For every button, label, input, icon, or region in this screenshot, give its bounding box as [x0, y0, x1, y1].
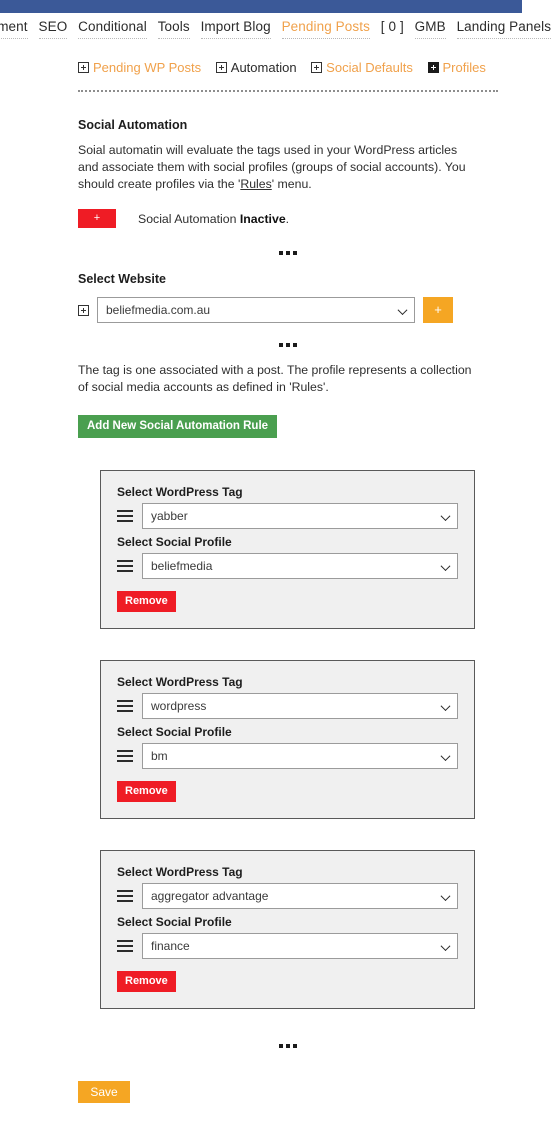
subnav-item-pending-wp-posts[interactable]: Pending WP Posts: [78, 60, 201, 75]
rule-card: Select WordPress Tag yabber Select Socia…: [100, 470, 475, 629]
rule-profile-select-wrap: beliefmedia: [142, 553, 458, 579]
rule-tag-row: yabber: [117, 503, 458, 529]
nav-item-tools[interactable]: Tools: [157, 16, 190, 39]
toggle-automation-button[interactable]: +: [78, 209, 116, 228]
dot: [293, 1044, 297, 1048]
subnav-item-automation[interactable]: Automation: [215, 60, 297, 75]
rule-tag-select[interactable]: wordpress: [142, 693, 458, 719]
website-selector-row: beliefmedia.com.au +: [78, 297, 453, 323]
nav-item-gmb[interactable]: GMB: [414, 16, 446, 39]
section-description: Soial automatin will evaluate the tags u…: [78, 142, 478, 193]
rule-tag-select-wrap: wordpress: [142, 693, 458, 719]
rule-profile-select[interactable]: beliefmedia: [142, 553, 458, 579]
rule-tag-label: Select WordPress Tag: [117, 485, 243, 499]
remove-rule-button[interactable]: Remove: [117, 971, 176, 992]
dot: [293, 251, 297, 255]
drag-handle-icon[interactable]: [117, 560, 133, 572]
nav-item-pending-posts[interactable]: Pending Posts: [281, 16, 370, 39]
description-part-b: ' menu.: [271, 177, 312, 191]
website-select-wrap: beliefmedia.com.au: [97, 297, 415, 323]
nav-item-management[interactable]: gement: [0, 16, 28, 39]
rule-tag-select[interactable]: yabber: [142, 503, 458, 529]
subnav-label: Profiles: [442, 60, 486, 75]
nav-pending-count: [ 0 ]: [380, 19, 404, 34]
plus-square-icon[interactable]: [78, 304, 89, 316]
page-title: Social Automation: [78, 118, 188, 132]
rule-tag-row: wordpress: [117, 693, 458, 719]
dot-divider-1: [78, 248, 498, 256]
rules-intro-text: The tag is one associated with a post. T…: [78, 363, 472, 394]
rule-tag-select[interactable]: aggregator advantage: [142, 883, 458, 909]
subnav-item-profiles[interactable]: Profiles: [427, 60, 486, 75]
rule-card: Select WordPress Tag wordpress Select So…: [100, 660, 475, 819]
nav-item-landing-panels[interactable]: Landing Panels: [456, 16, 552, 39]
dot: [279, 251, 283, 255]
drag-handle-icon[interactable]: [117, 890, 133, 902]
dot-divider-3: [78, 1041, 498, 1049]
rule-tag-label: Select WordPress Tag: [117, 865, 243, 879]
nav-item-conditional[interactable]: Conditional: [78, 16, 147, 39]
dot-divider-2: [78, 340, 498, 348]
plus-square-icon: [215, 62, 227, 73]
rule-tag-select-wrap: yabber: [142, 503, 458, 529]
subnav-label: Automation: [230, 60, 297, 75]
rule-profile-label: Select Social Profile: [117, 725, 232, 739]
rules-link[interactable]: Rules: [240, 177, 271, 191]
rule-profile-select-wrap: finance: [142, 933, 458, 959]
dot: [286, 343, 290, 347]
website-select[interactable]: beliefmedia.com.au: [97, 297, 415, 323]
dot: [286, 251, 290, 255]
dot: [293, 343, 297, 347]
save-button[interactable]: Save: [78, 1081, 130, 1103]
automation-status-row: + Social Automation Inactive.: [78, 209, 289, 228]
drag-handle-icon[interactable]: [117, 750, 133, 762]
subnav-item-social-defaults[interactable]: Social Defaults: [311, 60, 413, 75]
status-suffix: .: [285, 211, 290, 226]
automation-status-text: Social Automation Inactive.: [138, 212, 289, 226]
rule-tag-select-wrap: aggregator advantage: [142, 883, 458, 909]
dot: [279, 343, 283, 347]
rule-profile-label: Select Social Profile: [117, 535, 232, 549]
plus-square-filled-icon: [427, 62, 439, 73]
status-prefix: Social Automation: [138, 211, 240, 226]
main-navigation: gement SEO Conditional Tools Import Blog…: [0, 16, 552, 39]
add-website-button[interactable]: +: [423, 297, 453, 323]
drag-handle-icon[interactable]: [117, 510, 133, 522]
rule-profile-select[interactable]: finance: [142, 933, 458, 959]
plus-square-icon: [78, 62, 89, 73]
plus-square-icon: [311, 62, 323, 73]
nav-item-seo[interactable]: SEO: [38, 16, 68, 39]
rule-profile-select-wrap: bm: [142, 743, 458, 769]
rule-profile-row: bm: [117, 743, 458, 769]
rule-profile-select[interactable]: bm: [142, 743, 458, 769]
rule-tag-row: aggregator advantage: [117, 883, 458, 909]
subnav-label: Pending WP Posts: [93, 60, 202, 75]
dot: [279, 1044, 283, 1048]
subnav-label: Social Defaults: [326, 60, 413, 75]
rule-profile-label: Select Social Profile: [117, 915, 232, 929]
drag-handle-icon[interactable]: [117, 700, 133, 712]
nav-item-import-blog[interactable]: Import Blog: [200, 16, 271, 39]
add-social-automation-rule-button[interactable]: Add New Social Automation Rule: [78, 415, 278, 438]
dotted-divider: [78, 90, 498, 92]
dot: [286, 1044, 290, 1048]
status-badge: Inactive: [239, 211, 286, 226]
remove-rule-button[interactable]: Remove: [117, 781, 176, 802]
rule-profile-row: beliefmedia: [117, 553, 458, 579]
sub-navigation: Pending WP Posts Automation Social Defau…: [78, 60, 498, 75]
rule-card: Select WordPress Tag aggregator advantag…: [100, 850, 475, 1009]
select-website-label: Select Website: [78, 272, 167, 286]
rule-profile-row: finance: [117, 933, 458, 959]
remove-rule-button[interactable]: Remove: [117, 591, 176, 612]
top-blue-bar: [0, 0, 522, 13]
rule-tag-label: Select WordPress Tag: [117, 675, 243, 689]
drag-handle-icon[interactable]: [117, 940, 133, 952]
